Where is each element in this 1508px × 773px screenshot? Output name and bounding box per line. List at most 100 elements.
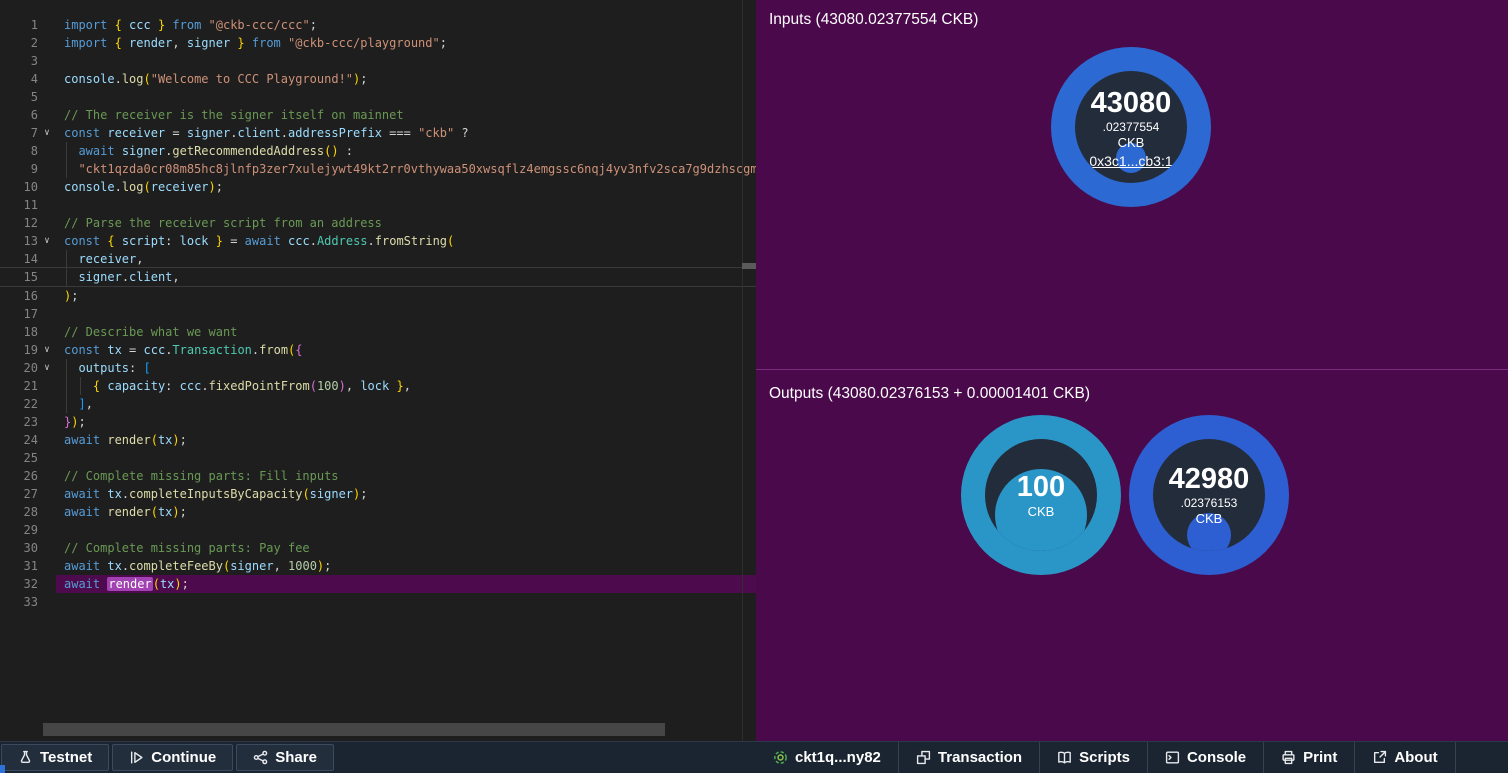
line-number: 27 (0, 485, 38, 503)
editor-ruler-marker[interactable] (742, 263, 756, 269)
fold-gutter (38, 377, 56, 395)
code-line-text[interactable] (56, 593, 756, 611)
editor-line: 27 await tx.completeInputsByCapacity(sign… (0, 485, 756, 503)
fold-gutter (38, 503, 56, 521)
code-line-text[interactable]: // Parse the receiver script from an add… (56, 214, 756, 232)
cell-decimal: .02376153 (1169, 497, 1250, 509)
button-label: Share (275, 749, 317, 766)
fold-gutter (38, 142, 56, 160)
code-line-text[interactable]: console.log(receiver); (56, 178, 756, 196)
testnet-button[interactable]: Testnet (1, 744, 109, 771)
fold-chevron-icon[interactable]: ∨ (38, 124, 56, 142)
input-cell-badge[interactable]: 43080.02377554CKB0x3c1...cb3:1 (1051, 47, 1211, 207)
fold-gutter (38, 575, 56, 593)
indent-guide (66, 142, 67, 160)
cell-outpoint-link[interactable]: 0x3c1...cb3:1 (1089, 154, 1172, 168)
code-line-text[interactable]: await signer.getRecommendedAddress() : (56, 142, 756, 160)
continue-button[interactable]: Continue (112, 744, 233, 771)
output-cell-badge[interactable]: 100CKB (961, 415, 1121, 575)
fold-chevron-icon[interactable]: ∨ (38, 232, 56, 250)
line-number: 21 (0, 377, 38, 395)
button-label: Print (1303, 749, 1337, 766)
code-line-text[interactable]: outputs: [ (56, 359, 756, 377)
editor-line: 11 (0, 196, 756, 214)
code-line-text[interactable]: ], (56, 395, 756, 413)
about-button[interactable]: About (1355, 742, 1455, 773)
fold-gutter (38, 449, 56, 467)
cell-capacity-text: 42980.02376153CKB (1169, 463, 1250, 527)
code-line-text[interactable]: import { ccc } from "@ckb-ccc/ccc"; (56, 16, 756, 34)
code-line-text[interactable]: "ckt1qzda0cr08m85hc8jlnfp3zer7xulejywt49… (56, 160, 756, 178)
fold-chevron-icon[interactable]: ∨ (38, 359, 56, 377)
transaction-panel: Inputs (43080.02377554 CKB) Outputs (430… (756, 0, 1508, 741)
code-line-text[interactable] (56, 305, 756, 323)
code-line-text[interactable]: const tx = ccc.Transaction.from({ (56, 341, 756, 359)
output-cell-badge[interactable]: 42980.02376153CKB (1129, 415, 1289, 575)
line-number: 16 (0, 287, 38, 305)
code-line-text[interactable]: // Complete missing parts: Fill inputs (56, 467, 756, 485)
outputs-title: Outputs (43080.02376153 + 0.00001401 CKB… (769, 385, 1090, 403)
indent-guide (66, 250, 67, 268)
code-line-text[interactable]: const receiver = signer.client.addressPr… (56, 124, 756, 142)
cell-inner-circle: 43080.02377554CKB0x3c1...cb3:1 (1075, 71, 1187, 183)
code-line-text[interactable]: await tx.completeInputsByCapacity(signer… (56, 485, 756, 503)
code-line-text[interactable]: // Describe what we want (56, 323, 756, 341)
editor-line: 21 { capacity: ccc.fixedPointFrom(100), … (0, 377, 756, 395)
code-line-text[interactable] (56, 521, 756, 539)
code-line-text[interactable]: await render(tx); (56, 575, 756, 593)
line-number: 7 (0, 124, 38, 142)
print-button[interactable]: Print (1264, 742, 1355, 773)
ckt1q-ny82-button[interactable]: ckt1q...ny82 (756, 742, 899, 773)
code-line-text[interactable]: // The receiver is the signer itself on … (56, 106, 756, 124)
editor-line: 23}); (0, 413, 756, 431)
line-number: 33 (0, 593, 38, 611)
line-number: 19 (0, 341, 38, 359)
code-line-text[interactable]: await tx.completeFeeBy(signer, 1000); (56, 557, 756, 575)
code-editor[interactable]: 1import { ccc } from "@ckb-ccc/ccc";2imp… (0, 0, 756, 741)
editor-line: 20∨ outputs: [ (0, 359, 756, 377)
code-line-text[interactable]: receiver, (56, 250, 756, 268)
editor-line: 26// Complete missing parts: Fill inputs (0, 467, 756, 485)
line-number: 10 (0, 178, 38, 196)
code-line-text[interactable] (56, 449, 756, 467)
share-button[interactable]: Share (236, 744, 334, 771)
editor-line: 4console.log("Welcome to CCC Playground!… (0, 70, 756, 88)
transaction-icon (916, 750, 931, 765)
code-line-text[interactable]: ); (56, 287, 756, 305)
code-line-text[interactable]: await render(tx); (56, 431, 756, 449)
fold-gutter (38, 287, 56, 305)
code-line-text[interactable] (56, 88, 756, 106)
code-line-text[interactable]: import { render, signer } from "@ckb-ccc… (56, 34, 756, 52)
fold-chevron-icon[interactable]: ∨ (38, 341, 56, 359)
code-line-text[interactable]: // Complete missing parts: Pay fee (56, 539, 756, 557)
fold-gutter (38, 323, 56, 341)
button-label: About (1394, 749, 1437, 766)
code-line-text[interactable]: await render(tx); (56, 503, 756, 521)
code-line-text[interactable] (56, 196, 756, 214)
code-line-text[interactable]: }); (56, 413, 756, 431)
fold-gutter (38, 539, 56, 557)
console-button[interactable]: Console (1148, 742, 1264, 773)
editor-line: 30// Complete missing parts: Pay fee (0, 539, 756, 557)
fold-gutter (38, 521, 56, 539)
cell-decimal: .02377554 (1089, 121, 1172, 133)
horizontal-scrollbar-thumb[interactable] (43, 723, 665, 736)
indent-guide (80, 377, 81, 395)
code-line-text[interactable]: console.log("Welcome to CCC Playground!"… (56, 70, 756, 88)
code-line-text[interactable]: signer.client, (56, 268, 756, 286)
code-line-text[interactable]: const { script: lock } = await ccc.Addre… (56, 232, 756, 250)
indent-guide (66, 377, 67, 395)
code-line-text[interactable]: { capacity: ccc.fixedPointFrom(100), loc… (56, 377, 756, 395)
button-label: Transaction (938, 749, 1022, 766)
line-number: 1 (0, 16, 38, 34)
line-number: 28 (0, 503, 38, 521)
line-number: 8 (0, 142, 38, 160)
fold-gutter (38, 178, 56, 196)
cell-inner-circle: 42980.02376153CKB (1153, 439, 1265, 551)
line-number: 25 (0, 449, 38, 467)
transaction-button[interactable]: Transaction (899, 742, 1040, 773)
scripts-button[interactable]: Scripts (1040, 742, 1148, 773)
editor-line: 3 (0, 52, 756, 70)
cell-amount: 43080 (1089, 89, 1172, 118)
code-line-text[interactable] (56, 52, 756, 70)
